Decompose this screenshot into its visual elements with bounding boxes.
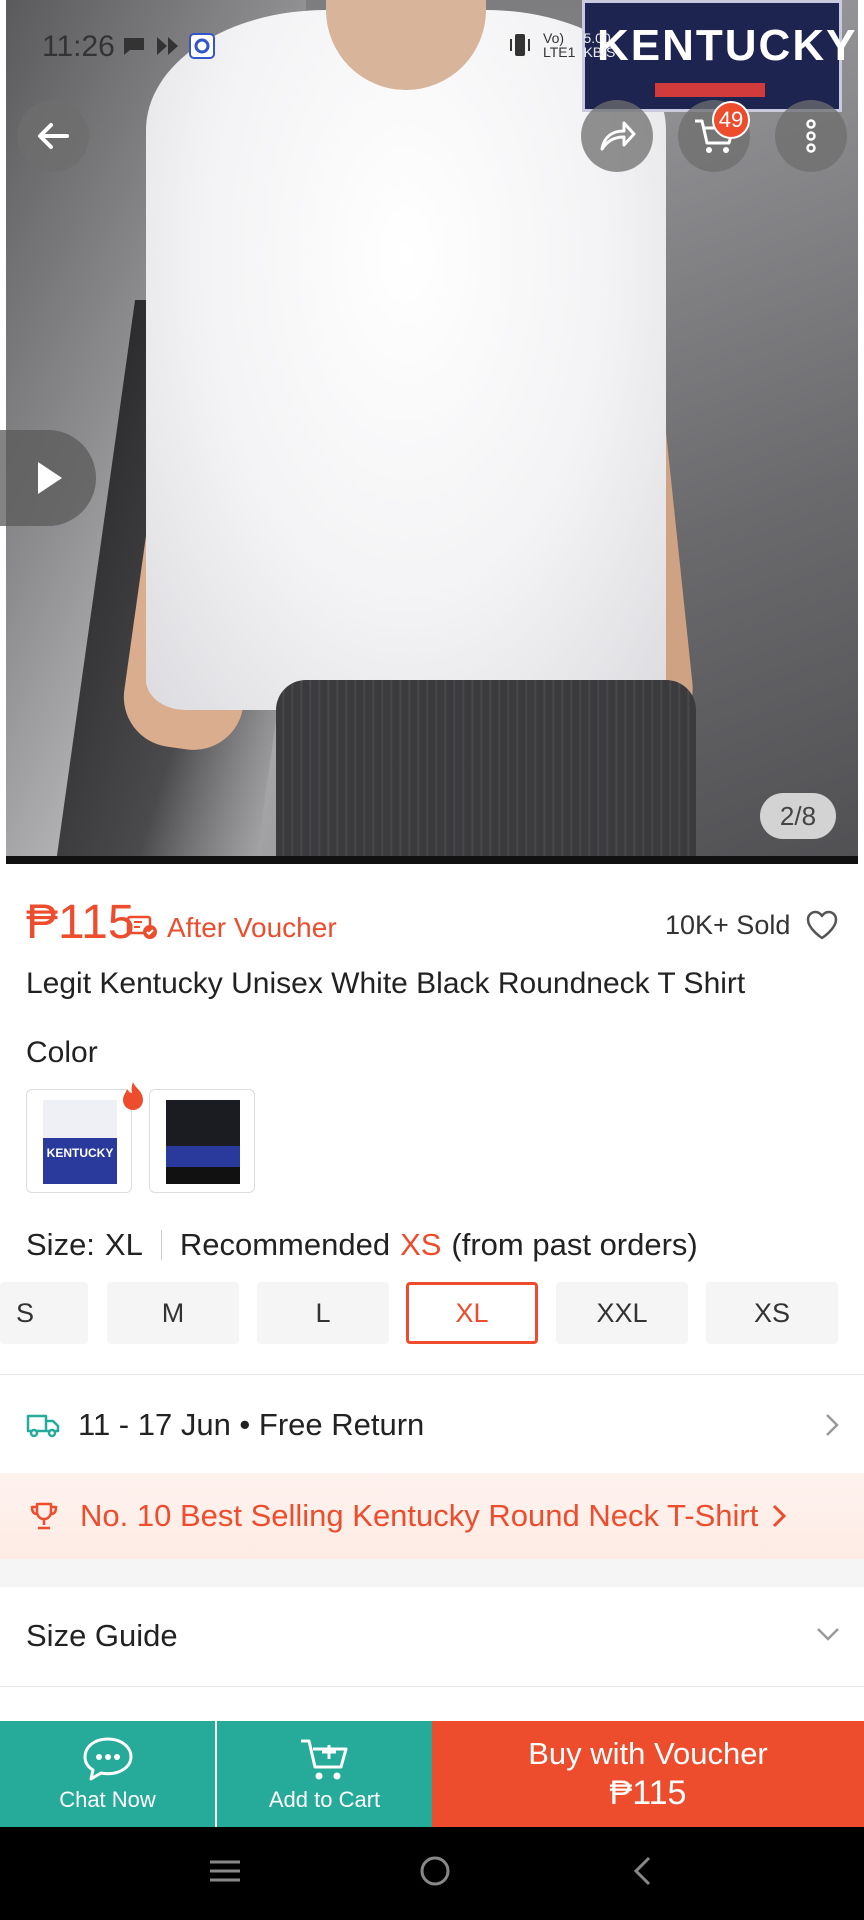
speed-value: 5.00 [583, 30, 611, 46]
network-label-bottom: LTE1 [543, 44, 576, 60]
size-info-line: Size: XL Recommended XS (from past order… [26, 1227, 698, 1263]
section-gap [0, 1559, 864, 1587]
size-option-xs[interactable]: XS [706, 1282, 838, 1344]
color-swatch-black[interactable] [149, 1089, 255, 1193]
buy-with-voucher-button[interactable]: Buy with Voucher ₱115 [432, 1721, 864, 1827]
system-navigation-bar [0, 1827, 864, 1920]
size-option-l[interactable]: L [257, 1282, 389, 1344]
swatch-white-image: KENTUCKY [43, 1100, 117, 1184]
add-to-cart-button[interactable]: Add to Cart [217, 1721, 432, 1827]
trophy-icon [30, 1502, 58, 1530]
fast-forward-icon [157, 37, 178, 55]
image-counter: 2/8 [760, 793, 836, 839]
cart-count-badge: 49 [712, 101, 750, 139]
chevron-right-icon [826, 1414, 839, 1436]
home-button[interactable] [417, 1853, 453, 1894]
product-price: ₱ 115 [26, 895, 135, 950]
speed-indicator: 5.00 KB/S [583, 31, 615, 59]
chevron-right-icon [773, 1504, 787, 1528]
back-button[interactable] [17, 100, 89, 172]
chat-icon [83, 1737, 132, 1781]
photo-pants [276, 680, 696, 856]
recommended-label: Recommended [179, 1227, 391, 1262]
status-notification-icons [120, 32, 216, 60]
after-voucher-label: After Voucher [167, 912, 337, 943]
play-video-button[interactable] [0, 430, 96, 526]
chat-now-label: Chat Now [59, 1787, 156, 1812]
back-chevron-icon [633, 1856, 651, 1886]
brand-logo-text: KENTUCKY [597, 21, 858, 70]
recent-apps-button[interactable] [207, 1856, 243, 1891]
brand-logo-stripe [655, 83, 765, 97]
status-system-icons: Vo) LTE1 5.00 KB/S [505, 30, 615, 60]
arrow-left-icon [38, 123, 69, 149]
product-title: Legit Kentucky Unisex White Black Roundn… [26, 967, 746, 1000]
recommended-suffix: (from past orders) [451, 1227, 698, 1262]
size-option-xxl[interactable]: XXL [556, 1282, 688, 1344]
bottom-action-bar: Chat Now Add to Cart Buy with Voucher ₱1… [0, 1721, 864, 1827]
brand-logo-overlay: KENTUCKY [582, 0, 855, 112]
favorite-button[interactable] [804, 908, 840, 947]
gallery-progress-bar [6, 856, 858, 864]
share-icon [600, 121, 636, 151]
size-guide-row[interactable]: Size Guide [26, 1618, 842, 1654]
voucher-icon [126, 912, 158, 945]
status-time: 11:26 [42, 30, 115, 63]
price-value: 115 [58, 896, 135, 949]
swatch-brand-text: KENTUCKY [46, 1146, 114, 1160]
buy-price: ₱115 [609, 1773, 687, 1812]
speed-unit: KB/S [583, 44, 616, 60]
chat-bubble-icon [124, 38, 144, 55]
delivery-row[interactable]: 11 - 17 Jun • Free Return [26, 1400, 842, 1450]
size-prefix: Size: [26, 1227, 95, 1262]
size-option-xl[interactable]: XL [406, 1282, 538, 1344]
size-divider [160, 1230, 162, 1260]
hot-item-icon [118, 1080, 148, 1119]
color-label: Color [26, 1036, 98, 1069]
menu-icon [210, 1860, 240, 1882]
app-notification-icon [189, 33, 215, 59]
section-divider [0, 1686, 864, 1687]
delivery-truck-icon [26, 1414, 60, 1438]
system-back-button[interactable] [627, 1853, 657, 1894]
delivery-text: 11 - 17 Jun • Free Return [78, 1407, 425, 1442]
swatch-black-image [166, 1100, 240, 1184]
play-icon [38, 462, 62, 494]
sold-count: 10K+ Sold [665, 910, 791, 940]
share-button[interactable] [581, 100, 653, 172]
network-label-top: Vo) [543, 30, 565, 46]
vibrate-icon [510, 34, 530, 56]
add-to-cart-label: Add to Cart [268, 1787, 381, 1812]
add-cart-icon [300, 1739, 347, 1780]
size-guide-label: Size Guide [26, 1618, 178, 1653]
more-vertical-icon [806, 119, 816, 153]
color-swatch-white[interactable]: KENTUCKY [26, 1089, 132, 1193]
size-option-m[interactable]: M [107, 1282, 239, 1344]
more-options-button[interactable] [775, 100, 847, 172]
home-circle-icon [420, 1856, 450, 1886]
network-indicator: Vo) LTE1 [543, 31, 575, 59]
price-currency: ₱ [26, 896, 59, 949]
buy-label: Buy with Voucher [528, 1735, 768, 1771]
size-option-s[interactable]: S [0, 1282, 88, 1344]
size-selected-value: XL [104, 1227, 143, 1262]
section-divider [0, 1374, 864, 1375]
best-selling-banner[interactable]: No. 10 Best Selling Kentucky Round Neck … [0, 1473, 864, 1559]
product-gallery[interactable]: KENTUCKY 11:26 Vo) LTE1 5.00 KB/S 49 2/8 [0, 0, 864, 864]
heart-icon [806, 910, 838, 940]
best-selling-text: No. 10 Best Selling Kentucky Round Neck … [80, 1498, 759, 1533]
chat-now-button[interactable]: Chat Now [0, 1721, 215, 1827]
recommended-size: XS [400, 1227, 442, 1262]
chevron-down-icon [817, 1628, 839, 1641]
